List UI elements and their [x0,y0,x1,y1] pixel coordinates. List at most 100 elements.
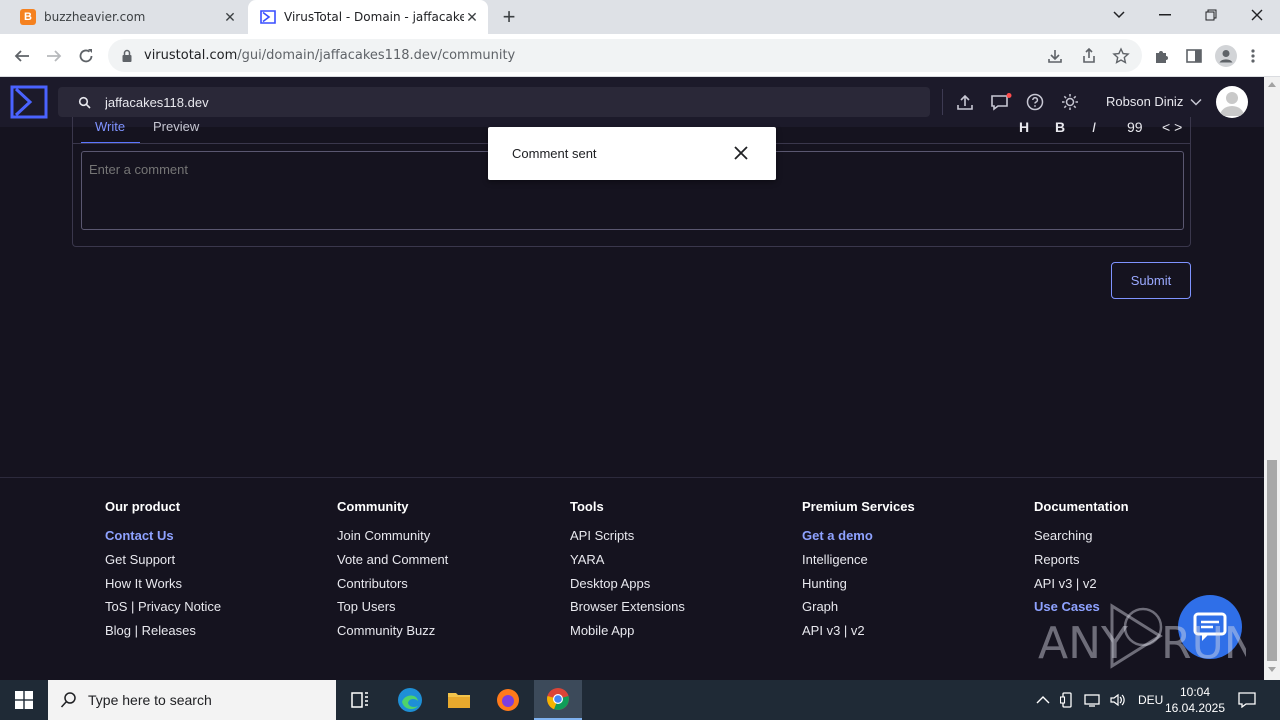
footer-link-reports[interactable]: Reports [1034,552,1129,576]
italic-format-button[interactable]: I [1092,119,1096,135]
footer-col-community: Community Join Community Vote and Commen… [337,499,448,647]
help-icon[interactable] [1026,93,1044,111]
taskbar-firefox[interactable] [484,680,532,720]
back-arrow-icon[interactable] [8,42,36,70]
taskbar-chrome[interactable] [534,680,582,720]
system-tray: DEU [1036,680,1163,720]
footer-link-tos-privacy[interactable]: ToS | Privacy Notice [105,599,221,623]
tab-title: buzzheavier.com [44,10,146,24]
vt-search-input[interactable] [105,94,805,110]
page-scrollbar[interactable] [1264,77,1280,680]
footer-heading: Our product [105,499,181,514]
notifications-chat-icon[interactable] [990,93,1012,111]
clock-date: 16.04.2025 [1164,701,1226,715]
task-view-button[interactable] [336,680,384,720]
footer-col-tools: Tools API Scripts YARA Desktop Apps Brow… [570,499,685,647]
user-name[interactable]: Robson Diniz [1106,94,1183,109]
footer-link-community-buzz[interactable]: Community Buzz [337,623,448,647]
address-bar[interactable]: virustotal.com/gui/domain/jaffacakes118.… [108,39,1142,72]
footer-link-api-docs[interactable]: API v3 | v2 [1034,576,1129,600]
profile-avatar-icon[interactable] [1215,45,1237,67]
notification-center[interactable] [1238,680,1256,720]
restore-icon[interactable] [1188,0,1234,30]
footer-link-browser-extensions[interactable]: Browser Extensions [570,599,685,623]
virustotal-logo-icon[interactable] [10,85,48,119]
reload-icon[interactable] [72,42,100,70]
new-tab-plus-icon[interactable]: + [498,6,520,29]
tab-search-chevron-icon[interactable] [1096,0,1142,30]
bookmark-star-icon[interactable] [1112,47,1130,65]
close-toast-icon[interactable] [734,146,748,160]
footer-link-contact-us[interactable]: Contact Us [105,528,221,552]
user-menu-chevron-icon[interactable] [1190,96,1202,108]
windows-logo-icon [15,691,33,709]
volume-icon[interactable] [1110,693,1126,707]
bold-format-button[interactable]: B [1055,119,1065,135]
tab-virustotal[interactable]: VirusTotal - Domain - jaffacakes1 ✕ [248,0,488,34]
scrollbar-thumb[interactable] [1267,460,1277,661]
footer-heading: Tools [570,499,604,514]
footer-link-vote-comment[interactable]: Vote and Comment [337,552,448,576]
theme-sun-icon[interactable] [1061,93,1079,111]
heading-format-button[interactable]: H [1019,119,1029,135]
footer-link-blog-releases[interactable]: Blog | Releases [105,623,221,647]
footer-link-hunting[interactable]: Hunting [802,576,915,600]
footer-link-get-support[interactable]: Get Support [105,552,221,576]
submit-button[interactable]: Submit [1111,262,1191,299]
scroll-down-arrow-icon[interactable] [1268,667,1276,672]
footer-link-graph[interactable]: Graph [802,599,915,623]
footer-link-top-users[interactable]: Top Users [337,599,448,623]
footer-link-join-community[interactable]: Join Community [337,528,448,552]
footer-link-how-it-works[interactable]: How It Works [105,576,221,600]
footer-link-intelligence[interactable]: Intelligence [802,552,915,576]
browser-toolbar: virustotal.com/gui/domain/jaffacakes118.… [0,34,1280,77]
footer-col-premium-services: Premium Services Get a demo Intelligence… [802,499,915,647]
forward-arrow-icon[interactable] [40,42,68,70]
close-tab-icon[interactable]: ✕ [222,9,238,25]
avatar[interactable] [1216,86,1248,118]
url-text: virustotal.com/gui/domain/jaffacakes118.… [144,48,515,63]
url-host: virustotal.com [144,48,238,63]
install-app-icon[interactable] [1046,47,1064,65]
close-tab-icon[interactable]: ✕ [464,9,480,25]
edge-icon [398,688,422,712]
clock[interactable]: 10:04 16.04.2025 [1160,684,1230,716]
lock-icon [122,49,132,62]
scroll-up-arrow-icon[interactable] [1268,82,1276,87]
footer-link-mobile-app[interactable]: Mobile App [570,623,685,647]
toast-message: Comment sent [512,146,597,161]
vt-search-bar[interactable] [58,87,930,117]
taskbar-edge[interactable] [386,680,434,720]
footer-link-api-v3-v2[interactable]: API v3 | v2 [802,623,915,647]
tab-preview[interactable]: Preview [153,119,199,134]
footer-link-desktop-apps[interactable]: Desktop Apps [570,576,685,600]
tab-buzzheavier[interactable]: B buzzheavier.com ✕ [8,0,246,34]
minimize-icon[interactable] [1142,0,1188,30]
search-icon [60,692,76,708]
footer-link-contributors[interactable]: Contributors [337,576,448,600]
tray-expand-chevron-icon[interactable] [1036,695,1050,705]
share-icon[interactable] [1080,47,1098,65]
code-format-button[interactable]: < > [1162,119,1182,135]
quote-format-button[interactable]: 99 [1127,119,1143,135]
tray-device-icon[interactable] [1060,692,1074,708]
start-button[interactable] [0,680,48,720]
anyrun-watermark-logo: ANY RUN [1038,603,1246,669]
taskbar-file-explorer[interactable] [435,680,483,720]
close-window-icon[interactable] [1234,0,1280,30]
windows-taskbar: Type here to search DEU 10:04 16.04.2025 [0,680,1280,720]
footer-link-get-a-demo[interactable]: Get a demo [802,528,915,552]
browser-menu-kebab-icon[interactable] [1250,47,1256,65]
footer-link-searching[interactable]: Searching [1034,528,1129,552]
tab-write[interactable]: Write [95,119,125,134]
extensions-puzzle-icon[interactable] [1153,47,1171,65]
upload-icon[interactable] [956,93,974,111]
footer-link-api-scripts[interactable]: API Scripts [570,528,685,552]
user-avatar-icon [1220,92,1244,116]
footer-link-yara[interactable]: YARA [570,552,685,576]
taskbar-search-box[interactable]: Type here to search [48,680,336,720]
side-panel-icon[interactable] [1185,47,1203,65]
header-divider [942,89,943,115]
virustotal-favicon-icon [260,9,276,25]
network-icon[interactable] [1084,693,1100,707]
